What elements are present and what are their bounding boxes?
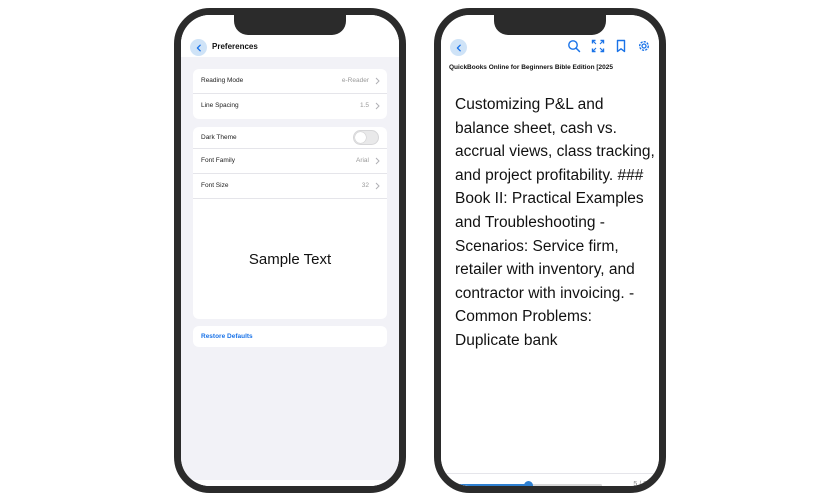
setting-value: 1.5: [359, 102, 369, 109]
chevron-right-icon: [375, 102, 380, 110]
footer-divider: [441, 473, 659, 474]
phone-notch: [494, 15, 606, 35]
progress-fill: [449, 484, 529, 486]
preferences-screen: Preferences Reading Mode e-Reader Line S…: [181, 15, 399, 486]
sample-text: Sample Text: [248, 251, 332, 268]
bottom-safe-area: [181, 480, 399, 486]
bookmark-icon[interactable]: [614, 39, 628, 53]
page-indicator: 5 / 9: [633, 481, 647, 488]
chevron-right-icon: [375, 157, 380, 165]
setting-label: Reading Mode: [201, 77, 244, 84]
font-preview-area: Sample Text: [193, 199, 387, 319]
page-progress-slider[interactable]: [449, 481, 602, 486]
setting-row-line-spacing[interactable]: Line Spacing 1.5: [193, 94, 387, 119]
setting-value: Arial: [355, 157, 369, 164]
setting-row-dark-theme: Dark Theme: [193, 127, 387, 149]
chevron-right-icon: [375, 182, 380, 190]
chevron-left-icon: [456, 44, 461, 51]
phone-notch: [234, 15, 346, 35]
toggle-knob: [355, 132, 366, 143]
setting-row-reading-mode[interactable]: Reading Mode e-Reader: [193, 69, 387, 94]
setting-label: Font Family: [201, 157, 235, 164]
display-settings-group: Dark Theme Font Family Arial Font Size 3…: [193, 127, 387, 319]
settings-icon[interactable]: [637, 39, 651, 53]
setting-label: Line Spacing: [201, 102, 239, 109]
setting-value: e-Reader: [341, 77, 369, 84]
reader-phone: QuickBooks Online for Beginners Bible Ed…: [434, 8, 666, 493]
reader-screen: QuickBooks Online for Beginners Bible Ed…: [441, 15, 659, 486]
slider-thumb[interactable]: [524, 481, 534, 486]
setting-row-font-size[interactable]: Font Size 32: [193, 174, 387, 199]
chevron-right-icon: [375, 77, 380, 85]
search-icon[interactable]: [567, 39, 581, 53]
setting-value: 32: [361, 182, 369, 189]
fullscreen-icon[interactable]: [591, 39, 605, 53]
back-button[interactable]: [190, 39, 207, 56]
book-content: Customizing P&L and balance sheet, cash …: [455, 96, 655, 349]
restore-defaults-button[interactable]: Restore Defaults: [201, 333, 253, 340]
reading-settings-group: Reading Mode e-Reader Line Spacing 1.5: [193, 69, 387, 119]
page-title: Preferences: [212, 42, 258, 51]
setting-label: Font Size: [201, 182, 229, 189]
dark-theme-toggle[interactable]: [353, 130, 379, 145]
restore-defaults-group: Restore Defaults: [193, 326, 387, 347]
setting-row-font-family[interactable]: Font Family Arial: [193, 149, 387, 174]
back-button[interactable]: [450, 39, 467, 56]
setting-label: Dark Theme: [201, 134, 237, 141]
chevron-left-icon: [196, 44, 201, 51]
book-title: QuickBooks Online for Beginners Bible Ed…: [449, 64, 613, 71]
preferences-phone: Preferences Reading Mode e-Reader Line S…: [174, 8, 406, 493]
